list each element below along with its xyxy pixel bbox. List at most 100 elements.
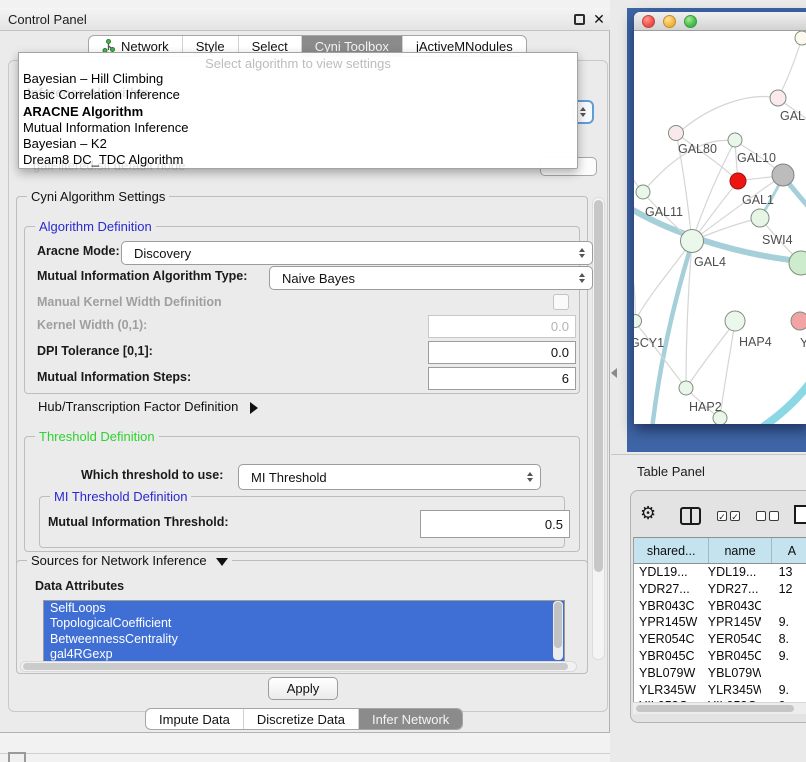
threshold-definition-group: Threshold Definition Which threshold to … (24, 436, 580, 552)
mi-steps-value: 6 (562, 371, 569, 386)
deselect-all-checkbox-icon[interactable] (756, 511, 766, 521)
table-cell: 9. (761, 682, 806, 699)
show-columns-icon[interactable] (680, 507, 701, 525)
network-node[interactable] (636, 185, 650, 199)
cyni-mode-tabs: Impute Data Discretize DataInfer Network (145, 708, 463, 730)
table-row[interactable]: YPR145WYPR145W9. (634, 614, 806, 631)
deselect-all-checkbox-icon[interactable] (769, 511, 779, 521)
table-cell: 9. (761, 648, 806, 665)
column-header[interactable]: A (772, 538, 806, 563)
scrollbar-thumb[interactable] (554, 602, 562, 648)
network-node[interactable] (730, 173, 746, 189)
network-edge (676, 97, 778, 135)
node-label: SWI4 (762, 233, 793, 247)
table-row[interactable]: YER054CYER054C8. (634, 631, 806, 648)
table-cell (761, 665, 806, 682)
network-node[interactable] (789, 251, 806, 275)
gear-icon[interactable]: ⚙ (640, 504, 656, 522)
column-header[interactable]: name (709, 538, 772, 563)
table-cell: YER054C (703, 631, 761, 648)
panel-dock-icon[interactable] (8, 752, 26, 762)
mi-steps-field[interactable]: 6 (428, 367, 576, 390)
mi-threshold-field[interactable]: 0.5 (420, 510, 570, 538)
select-all-checkbox-icon[interactable]: ✓ (717, 511, 727, 521)
network-node[interactable] (669, 126, 684, 141)
tab-infer-network[interactable]: Infer Network (359, 709, 462, 729)
network-node[interactable] (728, 133, 742, 147)
ghost-inference-algorithm-label: Inference Algorithm (27, 85, 149, 100)
list-scrollbar[interactable] (553, 601, 563, 660)
network-window-titlebar[interactable] (634, 12, 806, 31)
table-cell: 8. (761, 631, 806, 648)
network-node[interactable] (679, 381, 693, 395)
network-canvas[interactable]: GALGAL80GAL10GAL1GAL11SWI4GAL4GCY1HAP4YH… (634, 31, 806, 424)
expand-right-icon (250, 402, 258, 414)
network-edge (720, 322, 735, 417)
mi-type-select[interactable]: Naive Bayes (269, 266, 593, 290)
node-table: shared...nameA YDL19...YDL19...13YDR27..… (633, 537, 806, 702)
network-node[interactable] (681, 230, 704, 253)
zoom-traffic-light-icon[interactable] (684, 15, 697, 28)
network-node[interactable] (772, 164, 794, 186)
dpi-tolerance-label: DPI Tolerance [0,1]: (37, 344, 153, 358)
settings-vertical-scrollbar[interactable] (592, 197, 605, 660)
table-header-row: shared...nameA (634, 537, 806, 564)
dpi-tolerance-field[interactable]: 0.0 (428, 341, 576, 364)
kernel-width-field[interactable]: 0.0 (428, 315, 576, 338)
column-header[interactable]: shared... (634, 538, 709, 563)
mi-type-value: Naive Bayes (282, 271, 355, 286)
tab-impute-data[interactable]: Impute Data (146, 709, 244, 729)
apply-button[interactable]: Apply (268, 677, 338, 700)
select-all-checkbox-icon[interactable]: ✓ (730, 511, 740, 521)
table-row[interactable]: YBR043CYBR043C (634, 598, 806, 615)
table-row[interactable]: YLR345WYLR345W9. (634, 682, 806, 699)
network-node[interactable] (751, 209, 769, 227)
network-node[interactable] (795, 31, 806, 45)
table-panel-titlebar[interactable]: Table Panel (611, 455, 806, 487)
hub-definition-toggle[interactable]: Hub/Transcription Factor Definition (38, 399, 258, 414)
data-attributes-label: Data Attributes (35, 579, 124, 593)
network-edge (635, 241, 692, 321)
table-row[interactable]: YDR27...YDR27...12 (634, 581, 806, 598)
float-window-icon[interactable] (574, 14, 585, 25)
new-table-icon[interactable] (794, 505, 806, 524)
table-row[interactable]: YDL19...YDL19...13 (634, 564, 806, 581)
attribute-list-item[interactable]: TopologicalCoefficient (44, 616, 564, 631)
table-horizontal-scrollbar[interactable] (633, 702, 806, 714)
settings-horizontal-scrollbar[interactable] (20, 661, 577, 672)
close-icon[interactable]: ✕ (591, 10, 607, 28)
which-threshold-label: Which threshold to use: (81, 468, 223, 482)
control-panel-titlebar[interactable]: Control Panel (0, 8, 610, 31)
network-node[interactable] (634, 315, 642, 328)
splitter-collapse-icon[interactable] (611, 368, 617, 378)
dpi-tolerance-value: 0.0 (551, 345, 569, 360)
tab-label: Impute Data (159, 712, 230, 727)
manual-kernel-checkbox[interactable] (553, 294, 569, 310)
network-node[interactable] (770, 90, 786, 106)
scrollbar-thumb[interactable] (23, 663, 568, 670)
sources-title[interactable]: Sources for Network Inference (27, 553, 232, 568)
threshold-definition-title: Threshold Definition (35, 429, 159, 444)
network-node[interactable] (791, 312, 806, 330)
table-row[interactable]: YBL079WYBL079W (634, 665, 806, 682)
which-threshold-select[interactable]: MI Threshold (238, 464, 541, 490)
algorithm-option[interactable]: ARACNE Algorithm (19, 104, 577, 120)
aracne-mode-select[interactable]: Discovery (121, 241, 593, 265)
data-attributes-list[interactable]: SelfLoopsTopologicalCoefficientBetweenne… (43, 600, 565, 664)
scrollbar-thumb[interactable] (594, 200, 603, 572)
attribute-list-item[interactable]: BetweennessCentrality (44, 632, 564, 647)
kernel-width-label: Kernel Width (0,1): (37, 318, 147, 332)
algorithm-option[interactable]: Mutual Information Inference (19, 120, 577, 136)
minimize-traffic-light-icon[interactable] (663, 15, 676, 28)
tab-discretize-data[interactable]: Discretize Data (244, 709, 359, 729)
algorithm-option[interactable]: Bayesian – K2 (19, 136, 577, 152)
close-traffic-light-icon[interactable] (642, 15, 655, 28)
table-cell: 12 (761, 581, 806, 598)
attribute-list-item[interactable]: SelfLoops (44, 601, 564, 616)
network-node[interactable] (725, 311, 745, 331)
attribute-list-item[interactable]: gal4RGexp (44, 647, 564, 662)
scrollbar-thumb[interactable] (636, 705, 794, 712)
collapse-down-icon (216, 558, 228, 566)
table-row[interactable]: YBR045CYBR045C9. (634, 648, 806, 665)
network-edge (652, 243, 692, 424)
